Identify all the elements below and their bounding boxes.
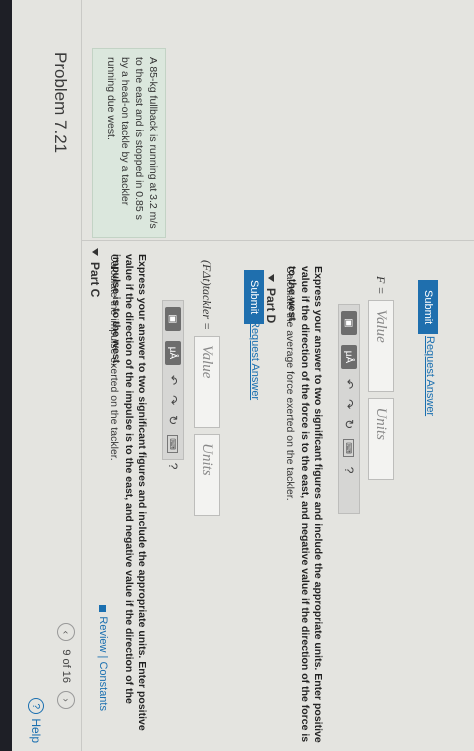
next-arrow-icon[interactable]: › xyxy=(57,691,75,709)
help-question-icon[interactable]: ? xyxy=(342,467,356,474)
part-c-answer-row: (FΔt)tackler = Value Units xyxy=(194,260,220,517)
redo-icon[interactable]: ↷ xyxy=(342,399,356,409)
part-d-header[interactable]: Part D xyxy=(264,274,278,323)
undo-icon[interactable]: ↶ xyxy=(166,375,180,385)
keyboard-icon[interactable]: ⌨ xyxy=(167,435,179,453)
review-icon xyxy=(99,605,107,613)
review-constants-link[interactable]: Review | Constants xyxy=(97,605,109,711)
part-c-value-input[interactable]: Value xyxy=(194,336,220,429)
template-icon[interactable]: ▣ xyxy=(165,307,181,331)
part-d-math-toolbar: ▣ μÅ ↶ ↷ ↻ ⌨ ? xyxy=(338,304,360,514)
previous-arrow-icon[interactable]: ‹ xyxy=(57,623,75,642)
collapse-caret-icon xyxy=(268,274,274,282)
part-d-instructions: Express your answer to two significant f… xyxy=(286,266,324,743)
header-divider xyxy=(81,0,82,751)
reset-icon[interactable]: ↻ xyxy=(166,415,180,425)
part-d-answer-row: F = Value Units xyxy=(368,276,394,481)
reset-icon[interactable]: ↻ xyxy=(342,419,356,429)
problem-title: Problem 7.21 xyxy=(51,52,70,154)
part-c-units-input[interactable]: Units xyxy=(194,434,220,517)
help-link[interactable]: ? Help xyxy=(28,698,44,743)
part-d-value-input[interactable]: Value xyxy=(368,300,394,393)
units-button[interactable]: μÅ xyxy=(165,341,181,365)
keyboard-icon[interactable]: ⌨ xyxy=(343,439,355,457)
problem-statement: A 85-kg fullback is running at 3.2 m/s t… xyxy=(92,48,166,238)
part-c-title: Part C xyxy=(88,262,102,298)
part-c-request-answer-link[interactable]: Request Answer xyxy=(249,320,261,400)
part-c-math-toolbar: ▣ μÅ ↶ ↷ ↻ ⌨ ? xyxy=(162,300,184,469)
units-button[interactable]: μÅ xyxy=(341,345,357,369)
help-icon: ? xyxy=(28,698,44,715)
undo-icon[interactable]: ↶ xyxy=(342,379,356,389)
part-d-request-answer-link[interactable]: Request Answer xyxy=(424,336,436,416)
screen: Problem 7.21 ? Help ‹ 9 of 16 › Review |… xyxy=(12,0,474,751)
part-c-instructions: Express your answer to two significant f… xyxy=(110,254,148,731)
part-c-submit-button[interactable]: Submit xyxy=(244,270,264,325)
part-c-header[interactable]: Part C xyxy=(88,248,102,297)
template-icon[interactable]: ▣ xyxy=(341,311,357,335)
problem-pagination: ‹ 9 of 16 › xyxy=(57,623,75,709)
rotated-page: Problem 7.21 ? Help ‹ 9 of 16 › Review |… xyxy=(12,0,474,751)
part-d-units-input[interactable]: Units xyxy=(368,398,394,481)
part-d-submit-button[interactable]: Submit xyxy=(418,280,438,335)
collapse-caret-icon xyxy=(92,248,98,256)
redo-icon[interactable]: ↷ xyxy=(166,395,180,405)
part-d-title: Part D xyxy=(264,288,278,324)
help-question-icon[interactable]: ? xyxy=(166,463,180,470)
column-divider xyxy=(82,240,474,241)
part-d-equation-label: F = xyxy=(374,276,389,295)
part-c-equation-label: (FΔt)tackler = xyxy=(200,260,215,331)
review-label: Review | Constants xyxy=(97,616,109,711)
help-label: Help xyxy=(29,718,43,743)
pagination-text: 9 of 16 xyxy=(60,649,72,683)
